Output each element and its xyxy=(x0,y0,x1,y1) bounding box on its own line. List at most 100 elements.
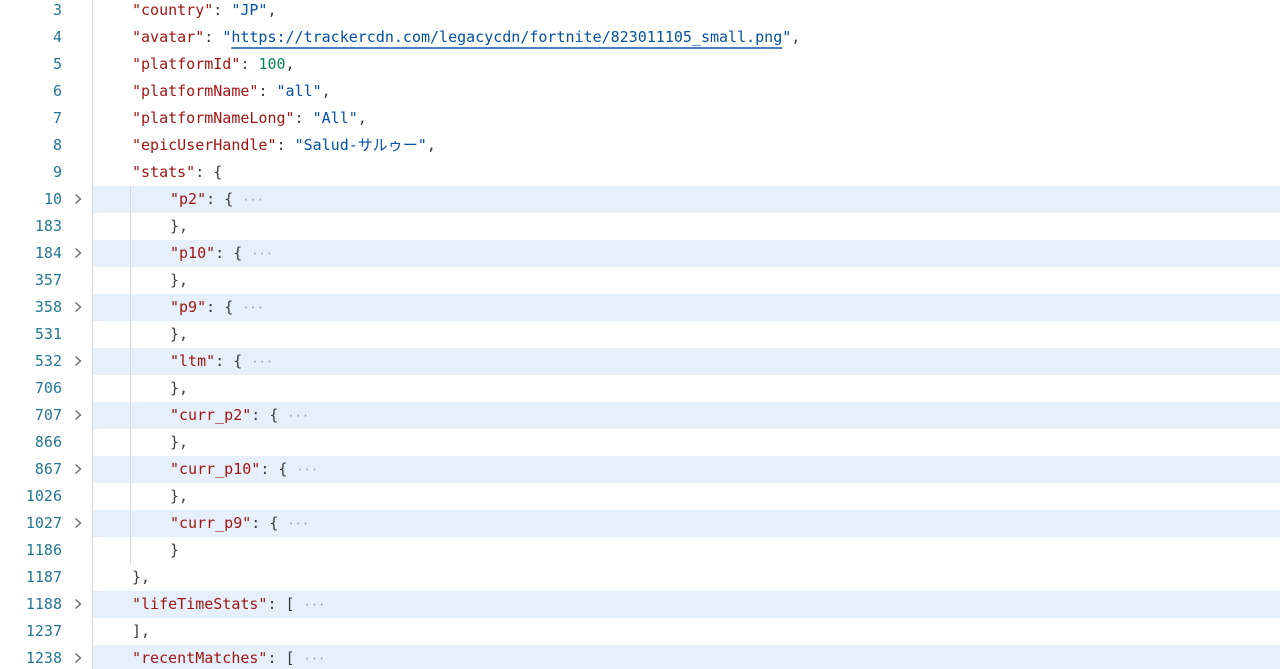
code-line[interactable]: 707 "curr_p2": { ··· xyxy=(0,402,1280,429)
fold-chevron-right-icon[interactable] xyxy=(72,301,84,313)
code-content[interactable]: }, xyxy=(92,213,1280,240)
code-content[interactable]: "ltm": { ··· xyxy=(92,348,1280,375)
code-content[interactable]: }, xyxy=(92,267,1280,294)
fold-chevron-right-icon[interactable] xyxy=(72,193,84,205)
line-number: 532 xyxy=(34,352,62,370)
line-gutter: 866 xyxy=(0,429,92,456)
folded-ellipsis-icon[interactable]: ··· xyxy=(304,598,326,612)
code-line[interactable]: 1238 "recentMatches": [ ··· xyxy=(0,645,1280,669)
json-property: "platformNameLong": "All", xyxy=(132,105,367,132)
json-string-quote: " xyxy=(222,28,232,46)
indent-guide xyxy=(92,186,93,213)
code-content[interactable]: "p9": { ··· xyxy=(92,294,1280,321)
code-content[interactable]: "p10": { ··· xyxy=(92,240,1280,267)
code-content[interactable]: "epicUserHandle": "Salud-サルゥー", xyxy=(92,132,1280,159)
json-property: "lifeTimeStats": [ ··· xyxy=(132,591,325,618)
code-line[interactable]: 6 "platformName": "all", xyxy=(0,78,1280,105)
folded-ellipsis-icon[interactable]: ··· xyxy=(251,355,273,369)
code-line[interactable]: 706}, xyxy=(0,375,1280,402)
code-line[interactable]: 1186} xyxy=(0,537,1280,564)
json-key: "curr_p2" xyxy=(170,406,252,424)
json-open-bracket: { xyxy=(224,190,234,208)
fold-chevron-right-icon[interactable] xyxy=(72,598,84,610)
code-line[interactable]: 532 "ltm": { ··· xyxy=(0,348,1280,375)
code-content[interactable]: }, xyxy=(92,375,1280,402)
code-content[interactable]: }, xyxy=(92,429,1280,456)
code-content[interactable]: ], xyxy=(92,618,1280,645)
code-line[interactable]: 1027 "curr_p9": { ··· xyxy=(0,510,1280,537)
code-content[interactable]: }, xyxy=(92,321,1280,348)
code-content[interactable]: "avatar": "https://trackercdn.com/legacy… xyxy=(92,24,1280,51)
indent-guide xyxy=(92,375,93,402)
code-content[interactable]: "curr_p10": { ··· xyxy=(92,456,1280,483)
code-line[interactable]: 8 "epicUserHandle": "Salud-サルゥー", xyxy=(0,132,1280,159)
indent-guide xyxy=(92,321,93,348)
code-content[interactable]: "stats": { xyxy=(92,159,1280,186)
indent-guide xyxy=(130,294,131,321)
avatar-url-link[interactable]: https://trackercdn.com/legacycdn/fortnit… xyxy=(231,28,782,46)
code-line[interactable]: 5 "platformId": 100, xyxy=(0,51,1280,78)
line-gutter: 7 xyxy=(0,105,92,132)
code-line[interactable]: 867 "curr_p10": { ··· xyxy=(0,456,1280,483)
line-number: 10 xyxy=(43,190,62,208)
indent-guide xyxy=(92,348,93,375)
fold-chevron-right-icon[interactable] xyxy=(72,463,84,475)
code-line[interactable]: 358 "p9": { ··· xyxy=(0,294,1280,321)
json-key: "curr_p10" xyxy=(170,460,261,478)
code-content[interactable]: }, xyxy=(92,483,1280,510)
json-open-bracket: [ xyxy=(285,649,295,667)
json-separator: : xyxy=(213,1,232,19)
indent-guide xyxy=(92,537,93,564)
code-line[interactable]: 4 "avatar": "https://trackercdn.com/legac… xyxy=(0,24,1280,51)
code-line[interactable]: 1188 "lifeTimeStats": [ ··· xyxy=(0,591,1280,618)
code-line[interactable]: 531}, xyxy=(0,321,1280,348)
code-line[interactable]: 1026}, xyxy=(0,483,1280,510)
fold-chevron-right-icon[interactable] xyxy=(72,652,84,664)
json-open-bracket: { xyxy=(224,298,234,316)
indent-guide xyxy=(92,294,93,321)
code-line[interactable]: 9 "stats": { xyxy=(0,159,1280,186)
fold-chevron-right-icon[interactable] xyxy=(72,517,84,529)
code-content[interactable]: "platformName": "all", xyxy=(92,78,1280,105)
fold-chevron-right-icon[interactable] xyxy=(72,247,84,259)
code-content[interactable]: "p2": { ··· xyxy=(92,186,1280,213)
json-separator: : xyxy=(251,406,270,424)
line-gutter: 1027 xyxy=(0,510,92,537)
code-line[interactable]: 357}, xyxy=(0,267,1280,294)
code-line[interactable]: 3 "country": "JP", xyxy=(0,0,1280,24)
code-line[interactable]: 183}, xyxy=(0,213,1280,240)
code-content[interactable]: } xyxy=(92,537,1280,564)
code-content[interactable]: "curr_p9": { ··· xyxy=(92,510,1280,537)
code-content[interactable]: "lifeTimeStats": [ ··· xyxy=(92,591,1280,618)
code-line[interactable]: 7 "platformNameLong": "All", xyxy=(0,105,1280,132)
json-property: "epicUserHandle": "Salud-サルゥー", xyxy=(132,132,436,159)
folded-ellipsis-icon[interactable]: ··· xyxy=(251,247,273,261)
code-line[interactable]: 1187}, xyxy=(0,564,1280,591)
code-line[interactable]: 184 "p10": { ··· xyxy=(0,240,1280,267)
folded-ellipsis-icon[interactable]: ··· xyxy=(242,301,264,315)
json-separator: : xyxy=(240,55,259,73)
code-content[interactable]: }, xyxy=(92,564,1280,591)
line-gutter: 9 xyxy=(0,159,92,186)
folded-ellipsis-icon[interactable]: ··· xyxy=(287,517,309,531)
fold-chevron-right-icon[interactable] xyxy=(72,355,84,367)
code-content[interactable]: "country": "JP", xyxy=(92,0,1280,24)
code-content[interactable]: "curr_p2": { ··· xyxy=(92,402,1280,429)
code-line[interactable]: 10 "p2": { ··· xyxy=(0,186,1280,213)
code-content[interactable]: "platformId": 100, xyxy=(92,51,1280,78)
json-editor[interactable]: 3 "country": "JP", 4 "avatar": "https://tra… xyxy=(0,0,1280,669)
code-line[interactable]: 866}, xyxy=(0,429,1280,456)
code-content[interactable]: "platformNameLong": "All", xyxy=(92,105,1280,132)
folded-ellipsis-icon[interactable]: ··· xyxy=(287,409,309,423)
code-line[interactable]: 1237], xyxy=(0,618,1280,645)
line-number: 358 xyxy=(34,298,62,316)
code-content[interactable]: "recentMatches": [ ··· xyxy=(92,645,1280,669)
fold-chevron-right-icon[interactable] xyxy=(72,409,84,421)
folded-ellipsis-icon[interactable]: ··· xyxy=(296,463,318,477)
folded-ellipsis-icon[interactable]: ··· xyxy=(242,193,264,207)
folded-ellipsis-icon[interactable]: ··· xyxy=(304,652,326,666)
indent-guide xyxy=(92,213,93,240)
line-number: 6 xyxy=(52,82,62,100)
